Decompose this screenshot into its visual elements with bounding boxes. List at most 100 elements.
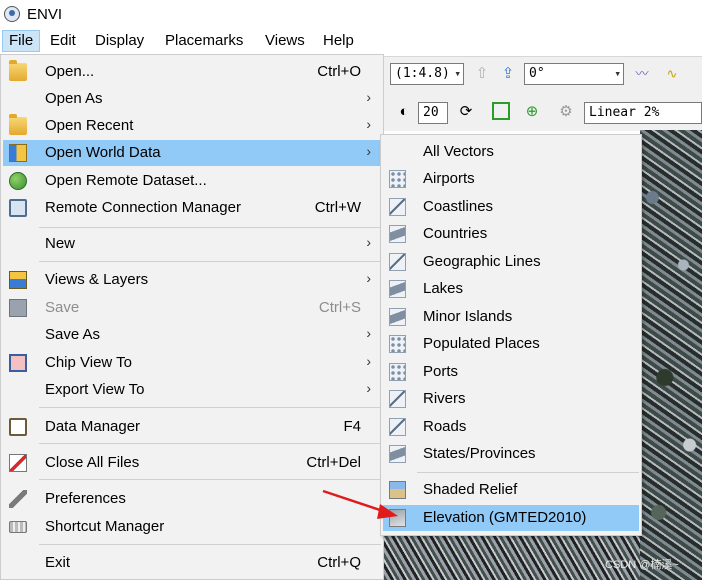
menu-item-open-as[interactable]: Open As › — [3, 86, 381, 112]
menu-item-shortcut: Ctrl+W — [314, 199, 361, 216]
menu-item-preferences[interactable]: Preferences — [3, 486, 381, 512]
elevation-icon — [389, 509, 406, 527]
brightness-icon[interactable]: ◐ — [394, 102, 414, 122]
stretch-settings-icon[interactable]: ⚙ — [556, 102, 576, 122]
submenu-item-label: States/Provinces — [423, 445, 536, 462]
lines-icon — [389, 253, 406, 271]
menu-views[interactable]: Views — [259, 30, 311, 52]
chip-icon — [9, 354, 27, 372]
menu-help[interactable]: Help — [317, 30, 360, 52]
menu-item-exit[interactable]: Exit Ctrl+Q — [3, 550, 381, 576]
menu-item-remote-connection-manager[interactable]: Remote Connection Manager Ctrl+W — [3, 195, 381, 221]
submenu-item-populated-places[interactable]: Populated Places — [383, 331, 639, 357]
menu-item-shortcut: Ctrl+S — [318, 299, 361, 316]
menu-item-save[interactable]: Save Ctrl+S — [3, 295, 381, 321]
submenu-item-roads[interactable]: Roads — [383, 414, 639, 440]
open-folder-icon — [9, 60, 27, 81]
submenu-item-all-vectors[interactable]: All Vectors — [383, 139, 639, 165]
watermark: CSDN @楠溪~ — [605, 559, 679, 571]
crosshair-icon[interactable]: ⊕ — [522, 102, 542, 122]
submenu-item-lakes[interactable]: Lakes — [383, 276, 639, 302]
menu-item-new[interactable]: New › — [3, 231, 381, 257]
submenu-item-label: Airports — [423, 170, 475, 187]
menu-item-export-view-to[interactable]: Export View To › — [3, 377, 381, 403]
submenu-item-rivers[interactable]: Rivers — [383, 386, 639, 412]
menu-separator — [39, 227, 381, 228]
points-icon — [389, 363, 406, 381]
menu-item-open-recent[interactable]: Open Recent › — [3, 113, 381, 139]
shaded-relief-icon — [389, 481, 406, 499]
submenu-arrow-icon: › — [366, 143, 371, 159]
brightness-field[interactable]: 20 — [418, 102, 448, 124]
submenu-item-countries[interactable]: Countries — [383, 221, 639, 247]
lines-icon — [389, 418, 406, 436]
submenu-item-minor-islands[interactable]: Minor Islands — [383, 304, 639, 330]
menu-item-label: Save — [45, 299, 80, 316]
menu-item-shortcut-manager[interactable]: Shortcut Manager — [3, 514, 381, 540]
submenu-arrow-icon: › — [366, 380, 371, 396]
menu-item-open-world-data[interactable]: Open World Data › — [3, 140, 381, 166]
menu-item-data-manager[interactable]: Data Manager F4 — [3, 414, 381, 440]
polygon-icon — [389, 225, 406, 243]
remote-connection-icon — [9, 199, 27, 217]
stretch-value: Linear 2% — [589, 105, 660, 120]
submenu-item-airports[interactable]: Airports — [383, 166, 639, 192]
menu-item-shortcut: Ctrl+Del — [306, 454, 361, 471]
menu-item-open[interactable]: Open... Ctrl+O — [3, 59, 381, 85]
envi-logo-icon — [4, 6, 20, 22]
submenu-item-label: Shaded Relief — [423, 481, 518, 498]
submenu-item-elevation-gmted2010[interactable]: Elevation (GMTED2010) — [383, 505, 639, 531]
menu-file[interactable]: File — [2, 30, 41, 52]
satellite-image-view[interactable] — [640, 130, 702, 580]
menu-item-label: Open... — [45, 63, 95, 80]
submenu-item-label: Coastlines — [423, 198, 494, 215]
submenu-item-shaded-relief[interactable]: Shaded Relief — [383, 477, 639, 503]
rotation-value: 0° — [529, 66, 545, 81]
band-tool-icon[interactable]: ∿ — [662, 64, 682, 84]
menu-item-label: Exit — [45, 554, 71, 571]
submenu-arrow-icon: › — [366, 89, 371, 105]
menu-item-chip-view-to[interactable]: Chip View To › — [3, 350, 381, 376]
submenu-arrow-icon: › — [366, 116, 371, 132]
rotate-up-icon[interactable]: ⇧ — [472, 64, 492, 84]
menu-placemarks[interactable]: Placemarks — [159, 30, 249, 52]
toolbar: (1:4.8) ▾ ⇧ ⇪ 0° ▾ 〰 ∿ ◐ 20 ⟳ ⊕ ⚙ Linear… — [384, 56, 702, 131]
brightness-value: 20 — [423, 105, 439, 120]
menu-item-label: Data Manager — [45, 418, 141, 435]
menu-item-views-layers[interactable]: Views & Layers › — [3, 267, 381, 293]
menu-item-label: Chip View To — [45, 354, 132, 371]
close-files-icon — [9, 454, 27, 472]
submenu-item-geographic-lines[interactable]: Geographic Lines — [383, 249, 639, 275]
rotation-combo[interactable]: 0° ▾ — [524, 63, 624, 85]
rotate-arrow-icon[interactable]: ⇪ — [498, 64, 518, 84]
menu-separator — [417, 472, 639, 473]
world-data-submenu: All Vectors Airports Coastlines Countrie… — [380, 134, 642, 536]
scale-combo[interactable]: (1:4.8) ▾ — [390, 63, 464, 85]
menu-item-label: Open Remote Dataset... — [45, 172, 207, 189]
chevron-down-icon: ▾ — [614, 67, 621, 80]
polygon-icon — [389, 280, 406, 298]
title-bar: ENVI — [0, 0, 702, 28]
lines-icon — [389, 198, 406, 216]
world-data-icon — [9, 144, 27, 162]
wrench-icon — [9, 490, 27, 508]
zoom-extent-icon[interactable] — [492, 102, 510, 120]
window-title: ENVI — [27, 6, 63, 23]
satellite-image-view-lower[interactable] — [384, 535, 640, 580]
remote-dataset-icon — [9, 172, 27, 190]
file-menu: Open... Ctrl+O Open As › Open Recent › O… — [0, 54, 384, 580]
submenu-item-states-provinces[interactable]: States/Provinces — [383, 441, 639, 467]
stretch-combo[interactable]: Linear 2% — [584, 102, 702, 124]
refresh-icon[interactable]: ⟳ — [456, 102, 476, 122]
menu-item-open-remote-dataset[interactable]: Open Remote Dataset... — [3, 168, 381, 194]
submenu-item-label: Roads — [423, 418, 467, 435]
menu-item-label: Open World Data — [45, 144, 161, 161]
wave-tool-icon[interactable]: 〰 — [632, 64, 652, 84]
menu-item-close-all-files[interactable]: Close All Files Ctrl+Del — [3, 450, 381, 476]
submenu-item-coastlines[interactable]: Coastlines — [383, 194, 639, 220]
menu-item-label: Open Recent — [45, 117, 134, 134]
menu-item-save-as[interactable]: Save As › — [3, 322, 381, 348]
submenu-item-ports[interactable]: Ports — [383, 359, 639, 385]
menu-display[interactable]: Display — [89, 30, 150, 52]
menu-edit[interactable]: Edit — [44, 30, 82, 52]
